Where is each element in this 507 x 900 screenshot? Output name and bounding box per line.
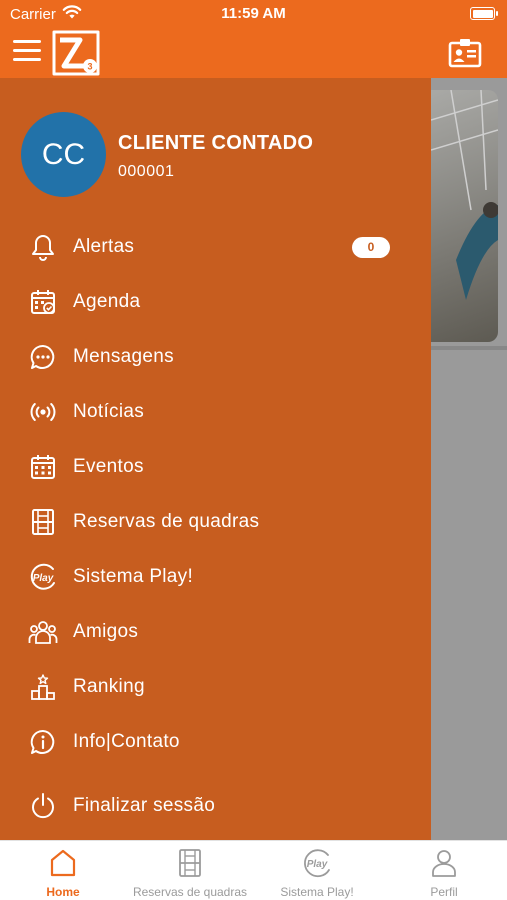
play-badge-icon: Play: [254, 848, 380, 880]
menu-item-info-contato[interactable]: Info|Contato: [0, 717, 431, 767]
friends-icon: [27, 616, 59, 648]
svg-text:3: 3: [87, 62, 92, 72]
menu-item-sistema-play[interactable]: Play Sistema Play!: [0, 552, 431, 602]
side-drawer: CC CLIENTE CONTADO 000001 Alertas 0 Agen…: [0, 78, 431, 840]
menu-label: Reservas de quadras: [73, 511, 260, 532]
menu-label: Alertas: [73, 236, 135, 257]
tab-label: Home: [46, 885, 80, 899]
clock: 11:59 AM: [221, 5, 286, 22]
svg-text:Play: Play: [307, 859, 328, 870]
bell-icon: [27, 231, 59, 263]
menu-label: Mensagens: [73, 346, 174, 367]
info-icon: [27, 726, 59, 758]
menu-item-agenda[interactable]: Agenda: [0, 277, 431, 327]
app-logo-icon: 3: [50, 30, 102, 76]
broadcast-icon: [27, 396, 59, 428]
menu-label: Agenda: [73, 291, 141, 312]
menu-label: Finalizar sessão: [73, 795, 216, 816]
tab-sistema-play[interactable]: Play Sistema Play!: [254, 841, 380, 900]
person-icon: [381, 848, 507, 880]
podium-icon: [27, 671, 59, 703]
battery-icon: [470, 7, 498, 20]
menu-item-noticias[interactable]: Notícias: [0, 387, 431, 437]
home-icon: [0, 848, 126, 880]
menu-item-finalizar-sessao[interactable]: Finalizar sessão: [0, 781, 431, 831]
svg-text:Play: Play: [33, 573, 54, 584]
bottom-tab-bar: Home Reservas de quadras Play Sistema Pl…: [0, 840, 507, 900]
menu-label: Eventos: [73, 456, 144, 477]
power-icon: [27, 790, 59, 822]
tab-label: Reservas de quadras: [132, 885, 248, 899]
menu-label: Sistema Play!: [73, 566, 194, 587]
menu-label: Ranking: [73, 676, 145, 697]
tab-label: Perfil: [430, 885, 458, 899]
featured-image-card[interactable]: [431, 90, 498, 342]
menu-label: Notícias: [73, 401, 145, 422]
user-name: CLIENTE CONTADO: [118, 132, 314, 154]
tab-perfil[interactable]: Perfil: [381, 841, 507, 900]
menu-item-eventos[interactable]: Eventos: [0, 442, 431, 492]
court-icon: [27, 506, 59, 538]
menu-label: Info|Contato: [73, 731, 180, 752]
menu-item-amigos[interactable]: Amigos: [0, 607, 431, 657]
menu-item-alertas[interactable]: Alertas 0: [0, 222, 431, 272]
avatar[interactable]: CC: [21, 112, 106, 197]
menu-label: Amigos: [73, 621, 139, 642]
id-card-icon[interactable]: [448, 38, 482, 68]
background-content: [431, 78, 507, 840]
user-code: 000001: [118, 163, 175, 180]
court-icon: [127, 848, 253, 880]
calendar-check-icon: [27, 286, 59, 318]
play-badge-icon: Play: [27, 561, 59, 593]
tab-label: Sistema Play!: [280, 885, 354, 899]
avatar-initials: CC: [41, 137, 86, 171]
tab-home[interactable]: Home: [0, 841, 126, 900]
calendar-grid-icon: [27, 451, 59, 483]
menu-item-mensagens[interactable]: Mensagens: [0, 332, 431, 382]
divider: [431, 346, 507, 350]
tab-reservas-de-quadras[interactable]: Reservas de quadras: [127, 841, 253, 900]
menu-item-reservas-de-quadras[interactable]: Reservas de quadras: [0, 497, 431, 547]
status-bar: Carrier 11:59 AM: [0, 0, 507, 30]
hamburger-icon[interactable]: [13, 40, 41, 62]
menu-item-ranking[interactable]: Ranking: [0, 662, 431, 712]
alert-count-badge: 0: [352, 236, 390, 258]
nav-bar: 3: [0, 30, 507, 78]
chat-bubble-icon: [27, 341, 59, 373]
